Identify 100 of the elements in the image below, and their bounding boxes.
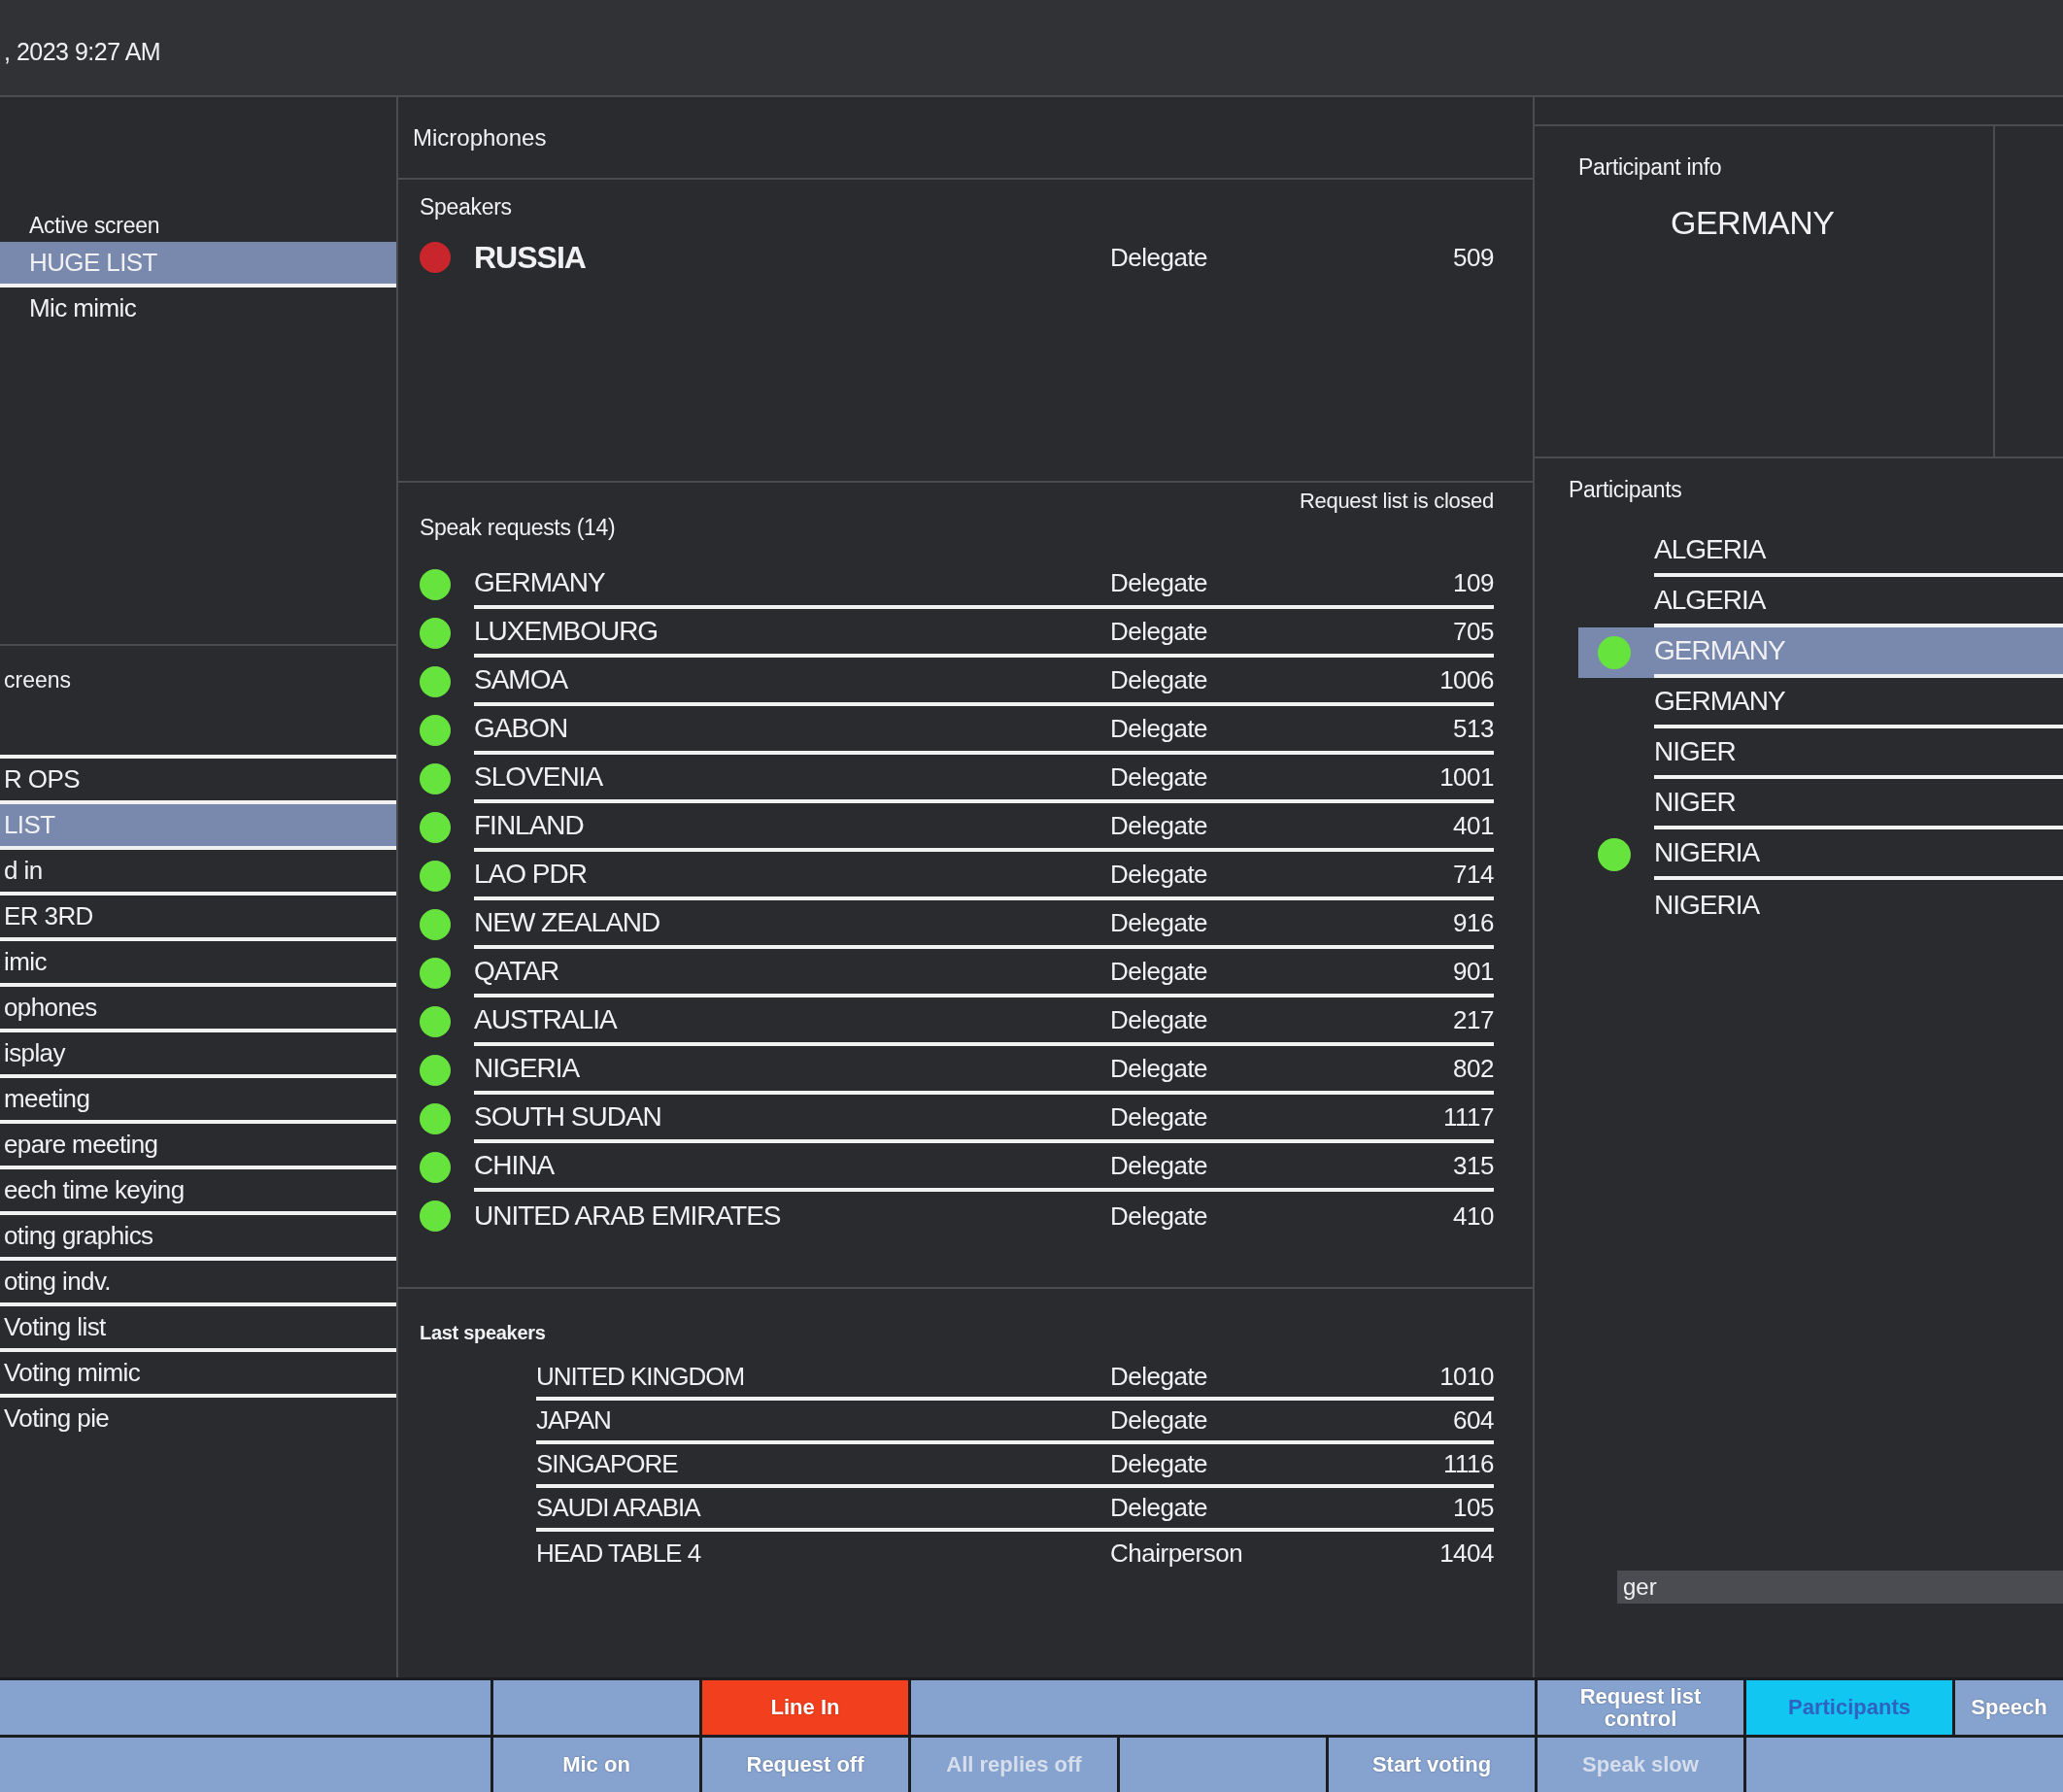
screen-list-item[interactable]: Voting mimic <box>0 1348 396 1394</box>
country-name: RUSSIA <box>474 239 587 276</box>
section-label: Active screen <box>28 212 161 240</box>
participant-list-item[interactable]: GERMANY <box>1578 678 2063 728</box>
country-name: QATAR <box>474 956 560 987</box>
panel-title: Participant info <box>1578 153 1723 181</box>
country-name: GERMANY <box>474 567 606 598</box>
seat-number: 401 <box>1452 810 1494 841</box>
seat-number: 1006 <box>1438 664 1494 695</box>
seat-number: 315 <box>1452 1150 1494 1181</box>
country-name: NEW ZEALAND <box>474 907 661 938</box>
status-dot-icon <box>420 618 451 649</box>
empty-soft-key[interactable] <box>1120 1738 1326 1792</box>
empty-soft-key[interactable] <box>911 1680 1535 1735</box>
participant-list-item[interactable]: NIGERIA <box>1578 829 2063 880</box>
status-dot-icon <box>420 1200 451 1232</box>
seat-number: 109 <box>1452 567 1494 598</box>
seat-number: 604 <box>1452 1405 1494 1436</box>
role-label: Delegate <box>1110 859 1209 890</box>
seat-number: 1010 <box>1438 1362 1494 1392</box>
status-dot-icon <box>420 763 451 795</box>
seat-number: 916 <box>1452 907 1494 938</box>
screen-list-item[interactable]: imic <box>0 937 396 983</box>
role-label: Delegate <box>1110 242 1209 273</box>
seat-number: 513 <box>1452 713 1494 744</box>
participant-name: GERMANY <box>1670 203 1836 242</box>
status-dot-icon <box>420 958 451 989</box>
country-name: UNITED KINGDOM <box>536 1362 746 1392</box>
participant-list-item[interactable]: NIGER <box>1578 728 2063 779</box>
country-name: UNITED ARAB EMIRATES <box>474 1200 782 1232</box>
role-label: Delegate <box>1110 956 1209 987</box>
screen-list-item[interactable]: Voting list <box>0 1302 396 1348</box>
status-dot-icon <box>420 666 451 697</box>
empty-soft-key[interactable] <box>1746 1738 2063 1792</box>
status-dot-icon <box>420 812 451 843</box>
screen-list-item[interactable]: ophones <box>0 983 396 1029</box>
screen-list-item[interactable]: Voting pie <box>0 1394 396 1439</box>
seat-number: 705 <box>1452 616 1494 647</box>
seat-number: 1116 <box>1442 1449 1494 1479</box>
role-label: Delegate <box>1110 1493 1209 1523</box>
screen-list-item[interactable]: Mic mimic <box>0 284 396 329</box>
date-time: , 2023 9:27 AM <box>3 37 161 66</box>
role-label: Delegate <box>1110 1101 1209 1133</box>
empty-soft-key[interactable] <box>0 1738 490 1792</box>
country-name: NIGERIA <box>474 1053 581 1084</box>
empty-soft-key[interactable] <box>0 1680 490 1735</box>
role-label: Delegate <box>1110 567 1209 598</box>
participant-list-item[interactable]: ALGERIA <box>1578 526 2063 577</box>
seat-number: 1001 <box>1438 761 1494 793</box>
status-dot-icon <box>420 1055 451 1086</box>
participant-list-item[interactable]: NIGER <box>1578 779 2063 829</box>
panel-title: Participants <box>1568 476 1683 503</box>
seat-number: 217 <box>1452 1004 1494 1035</box>
screen-list-item[interactable]: epare meeting <box>0 1120 396 1166</box>
role-label: Delegate <box>1110 664 1209 695</box>
screen-list-item[interactable]: eech time keying <box>0 1166 396 1211</box>
screen-list-item[interactable]: d in <box>0 846 396 892</box>
screen-list-item[interactable]: R OPS <box>0 759 396 800</box>
status-dot-icon <box>420 1152 451 1183</box>
screen-list-item[interactable]: oting indv. <box>0 1257 396 1302</box>
role-label: Delegate <box>1110 1449 1209 1479</box>
empty-soft-key[interactable] <box>493 1680 699 1735</box>
status-dot-icon <box>420 1103 451 1134</box>
panel-title: Speakers <box>420 193 513 220</box>
country-name: SAMOA <box>474 664 569 695</box>
country-name: LUXEMBOURG <box>474 616 659 647</box>
screen-list-item[interactable]: ER 3RD <box>0 892 396 937</box>
country-name: SLOVENIA <box>474 761 604 793</box>
seat-number: 901 <box>1452 956 1494 987</box>
search-field[interactable]: ger <box>1617 1571 2063 1604</box>
role-label: Delegate <box>1110 1405 1209 1436</box>
role-label: Delegate <box>1110 761 1209 793</box>
country-name: HEAD TABLE 4 <box>536 1538 702 1569</box>
role-label: Delegate <box>1110 1053 1209 1084</box>
country-name: SAUDI ARABIA <box>536 1493 702 1523</box>
seat-number: 1404 <box>1438 1538 1494 1569</box>
role-label: Delegate <box>1110 1150 1209 1181</box>
section-title: creens <box>3 666 73 694</box>
seat-number: 714 <box>1452 859 1494 890</box>
screen-list-item[interactable]: oting graphics <box>0 1211 396 1257</box>
country-name: JAPAN <box>536 1405 612 1436</box>
participant-list-item[interactable]: NIGERIA <box>1578 880 2063 930</box>
status-dot-icon <box>420 569 451 600</box>
seat-number: 802 <box>1452 1053 1494 1084</box>
status-dot-icon <box>420 1006 451 1037</box>
status-dot-icon <box>420 909 451 940</box>
screen-list-item[interactable]: meeting <box>0 1074 396 1120</box>
screen-title: Microphones <box>398 97 1533 180</box>
panel-title: Last speakers <box>420 1321 547 1345</box>
screen-list-item[interactable]: isplay <box>0 1029 396 1074</box>
seat-number: 509 <box>1452 242 1494 273</box>
country-name: SINGAPORE <box>536 1449 679 1479</box>
seat-number: 1117 <box>1442 1101 1494 1133</box>
role-label: Delegate <box>1110 810 1209 841</box>
panel-title: Speak requests (14) <box>420 514 616 541</box>
role-label: Delegate <box>1110 1362 1209 1392</box>
role-label: Chairperson <box>1110 1538 1244 1569</box>
seat-number: 105 <box>1452 1493 1494 1523</box>
function-button[interactable]: Line In <box>702 1680 908 1735</box>
country-name: SOUTH SUDAN <box>474 1101 662 1133</box>
